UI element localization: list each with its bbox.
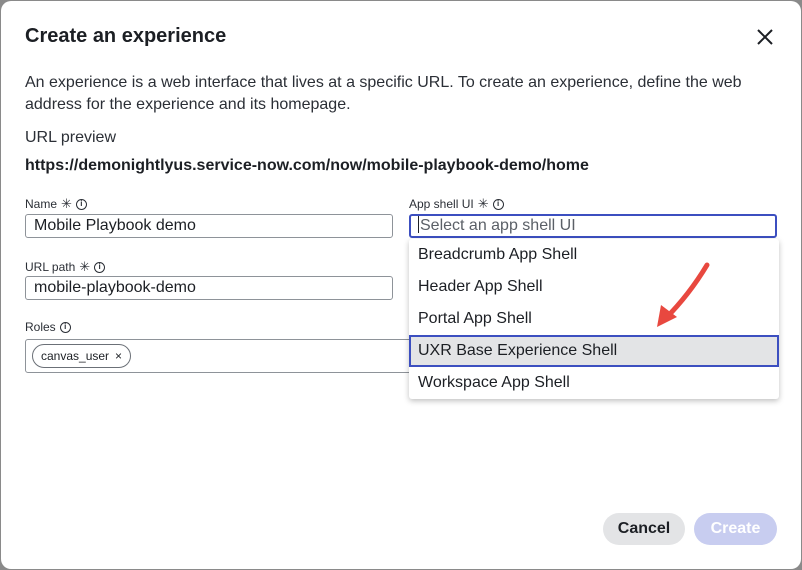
create-experience-dialog: Create an experience An experience is a … <box>1 1 801 569</box>
close-icon <box>757 29 773 45</box>
app-shell-label: App shell UI <box>409 197 474 211</box>
dropdown-option-highlighted[interactable]: UXR Base Experience Shell <box>409 335 779 367</box>
name-label: Name <box>25 197 58 211</box>
dropdown-option[interactable]: Breadcrumb App Shell <box>409 239 779 271</box>
close-button[interactable] <box>751 23 779 51</box>
required-icon: ✳ <box>61 196 72 211</box>
info-icon[interactable]: i <box>94 261 106 273</box>
role-chip-label: canvas_user <box>41 349 110 363</box>
url-preview-label: URL preview <box>25 129 116 146</box>
name-label-group: Name ✳ i <box>25 196 87 212</box>
roles-input[interactable]: canvas_user × <box>25 339 413 373</box>
info-icon[interactable]: i <box>492 198 504 210</box>
roles-label: Roles <box>25 320 56 334</box>
info-icon[interactable]: i <box>59 321 71 333</box>
annotation-arrow-icon <box>657 262 710 327</box>
text-caret <box>418 216 419 233</box>
url-path-label: URL path <box>25 260 76 274</box>
dropdown-option[interactable]: Header App Shell <box>409 271 779 303</box>
required-icon: ✳ <box>79 259 91 274</box>
cancel-button[interactable]: Cancel <box>603 513 685 545</box>
app-shell-select[interactable]: Select an app shell UI <box>409 214 777 238</box>
url-path-label-group: URL path ✳ i <box>25 259 106 275</box>
name-input-value: Mobile Playbook demo <box>34 217 196 234</box>
role-chip: canvas_user × <box>32 344 132 368</box>
chip-remove-icon[interactable]: × <box>115 349 122 363</box>
name-input[interactable]: Mobile Playbook demo <box>25 214 393 238</box>
dialog-description: An experience is a web interface that li… <box>25 74 742 113</box>
dropdown-option[interactable]: Workspace App Shell <box>409 367 779 399</box>
create-button[interactable]: Create <box>694 513 777 545</box>
app-shell-placeholder: Select an app shell UI <box>420 217 576 234</box>
url-preview-value: https://demonightlyus.service-now.com/no… <box>25 157 589 174</box>
app-shell-label-group: App shell UI ✳ i <box>409 196 504 212</box>
roles-label-group: Roles i <box>25 320 71 334</box>
url-path-input[interactable]: mobile-playbook-demo <box>25 276 393 300</box>
required-icon: ✳ <box>477 196 489 211</box>
url-path-input-value: mobile-playbook-demo <box>34 279 196 296</box>
app-shell-dropdown: Breadcrumb App Shell Header App Shell Po… <box>409 239 779 399</box>
info-icon[interactable]: i <box>75 198 87 210</box>
dropdown-option[interactable]: Portal App Shell <box>409 303 779 335</box>
dialog-title: Create an experience <box>25 25 227 47</box>
